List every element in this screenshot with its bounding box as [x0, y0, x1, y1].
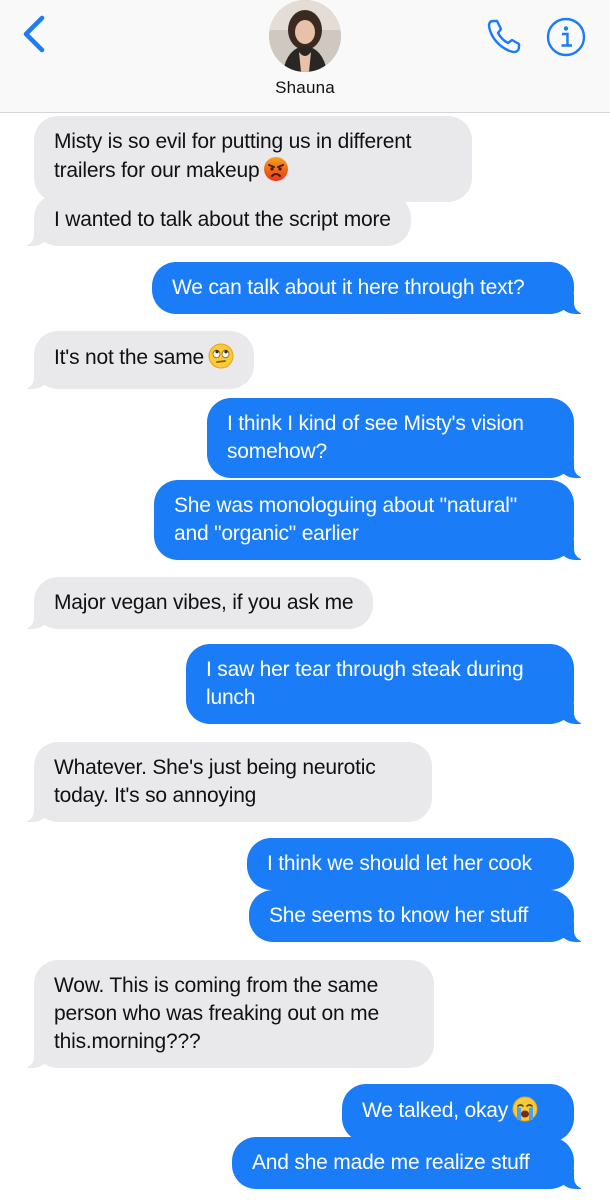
message-line: It's not the same — [54, 343, 234, 377]
message-bubble-incoming[interactable]: Whatever. She's just being neurotic toda… — [8, 742, 432, 822]
call-button[interactable] — [484, 16, 524, 56]
message-bubble-outgoing[interactable]: She was monologuing about "natural" and … — [154, 480, 600, 560]
message-line: I think we should let her cook — [267, 852, 532, 875]
eye-roll-emoji — [208, 343, 234, 377]
message-line: Wow. This is coming from the same — [54, 974, 379, 997]
crying-face-emoji — [512, 1096, 538, 1130]
angry-face-emoji — [263, 156, 289, 190]
message-bubble-outgoing[interactable]: She seems to know her stuff — [249, 890, 600, 942]
message-line: I wanted to talk about the script more — [54, 208, 391, 231]
avatar[interactable] — [269, 0, 341, 72]
message-line: She seems to know her stuff — [269, 904, 529, 927]
message-bubble-outgoing[interactable]: And she made me realize stuff — [232, 1137, 600, 1189]
message-line: today. It's so annoying — [54, 784, 257, 807]
message-bubble-outgoing[interactable]: We talked, okay — [342, 1084, 574, 1142]
message-bubble-incoming[interactable]: Major vegan vibes, if you ask me — [7, 577, 374, 629]
message-line: somehow? — [227, 440, 327, 463]
message-line: trailers for our makeup — [54, 156, 452, 190]
message-line: Major vegan vibes, if you ask me — [54, 591, 354, 614]
message-line: I saw her tear through steak during — [206, 658, 524, 681]
message-line: this.morning??? — [54, 1030, 201, 1053]
info-icon — [546, 17, 586, 57]
conversation-header: Shauna — [0, 0, 610, 113]
message-line: person who was freaking out on me — [54, 1002, 379, 1025]
info-button[interactable] — [545, 16, 587, 58]
message-line: lunch — [206, 686, 256, 709]
message-line: We talked, okay — [362, 1096, 554, 1130]
message-bubble-incoming[interactable]: Misty is so evil for putting us in diffe… — [34, 116, 472, 202]
message-line: She was monologuing about "natural" — [174, 494, 517, 517]
message-bubble-outgoing[interactable]: I think we should let her cook — [247, 838, 574, 890]
message-line: I think I kind of see Misty's vision — [227, 412, 524, 435]
message-bubble-incoming[interactable]: It's not the same — [7, 331, 255, 389]
message-line: Whatever. She's just being neurotic — [54, 756, 376, 779]
chevron-left-icon — [23, 15, 45, 53]
phone-icon — [487, 19, 521, 54]
message-line: and "organic" earlier — [174, 522, 359, 545]
message-line: Misty is so evil for putting us in diffe… — [54, 130, 412, 153]
message-bubble-outgoing[interactable]: We can talk about it here through text? — [152, 262, 600, 314]
message-line: And she made me realize stuff — [252, 1151, 530, 1174]
message-bubble-incoming[interactable]: I wanted to talk about the script more — [8, 194, 411, 246]
message-line: We can talk about it here through text? — [172, 276, 525, 299]
contact-name[interactable]: Shauna — [0, 78, 610, 98]
message-bubble-outgoing[interactable]: I think I kind of see Misty's vision som… — [207, 398, 600, 478]
contact-photo — [269, 0, 341, 72]
message-bubble-outgoing[interactable]: I saw her tear through steak during lunc… — [186, 644, 600, 724]
message-bubble-incoming[interactable]: Wow. This is coming from the same person… — [8, 960, 434, 1068]
back-button[interactable] — [18, 14, 52, 54]
